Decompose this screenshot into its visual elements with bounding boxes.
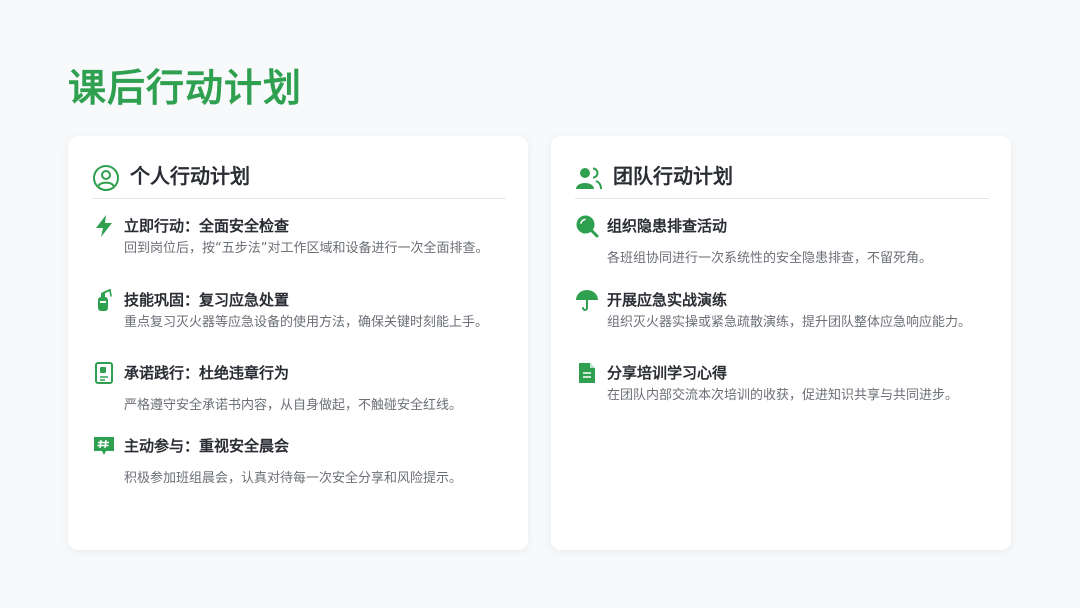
item-title: 承诺践行：杜绝违章行为 (124, 364, 290, 382)
item-description: 回到岗位后，按“五步法”对工作区域和设备进行一次全面排查。 (124, 241, 489, 256)
fire-extinguisher-icon (98, 289, 112, 311)
item-description: 在团队内部交流本次培训的收获，促进知识共享与共同进步。 (607, 388, 959, 403)
item-description: 重点复习灭火器等应急设备的使用方法，确保关键时刻能上手。 (124, 315, 489, 330)
umbrella-icon (576, 290, 598, 311)
user-circle-icon (93, 165, 119, 191)
item-title: 开展应急实战演练 (607, 291, 728, 309)
item-description: 组织灭火器实操或紧急疏散演练，提升团队整体应急响应能力。 (607, 315, 972, 330)
notebook-icon (95, 362, 113, 384)
hashtag-chat-icon (94, 437, 114, 455)
item-title: 主动参与：重视安全晨会 (124, 437, 290, 455)
item-title: 组织隐患排查活动 (607, 217, 728, 235)
lightning-icon (96, 215, 112, 237)
team-plan-header: 团队行动计划 (575, 158, 989, 199)
team-plan-card: 团队行动计划 组织隐患排查活动 各班组协同进行一次系统性的安全隐患排查，不留死角… (551, 136, 1011, 550)
personal-plan-header: 个人行动计划 (92, 158, 506, 199)
item-description: 积极参加班组晨会，认真对待每一次安全分享和风险提示。 (124, 471, 463, 486)
personal-plan-card: 个人行动计划 立即行动：全面安全检查 回到岗位后，按“五步法”对工作区域和设备进… (68, 136, 528, 550)
item-title: 立即行动：全面安全检查 (124, 217, 290, 235)
item-description: 各班组协同进行一次系统性的安全隐患排查，不留死角。 (607, 251, 933, 266)
search-icon (576, 215, 599, 238)
document-icon (579, 363, 595, 383)
item-title: 技能巩固：复习应急处置 (124, 291, 290, 309)
item-title: 分享培训学习心得 (607, 364, 728, 382)
users-icon (576, 167, 602, 190)
team-plan-title: 团队行动计划 (613, 164, 733, 188)
personal-plan-title: 个人行动计划 (130, 164, 250, 188)
page-title: 课后行动计划 (68, 66, 303, 110)
item-description: 严格遵守安全承诺书内容，从自身做起，不触碰安全红线。 (124, 398, 463, 413)
